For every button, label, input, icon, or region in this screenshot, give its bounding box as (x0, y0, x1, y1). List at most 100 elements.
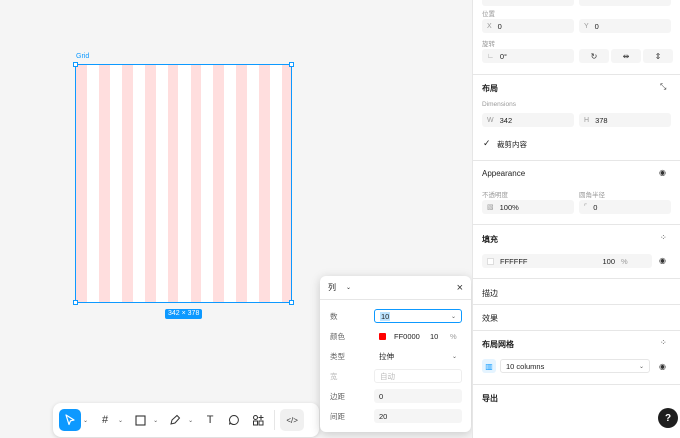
type-select[interactable]: 拉伸 ⌄ (374, 349, 462, 363)
grid-select[interactable]: 10 columns ⌄ (500, 359, 650, 373)
radius-input[interactable]: ⌜ 0 (579, 200, 671, 214)
eye-icon[interactable]: ◉ (659, 168, 666, 177)
toolbar-divider (274, 410, 276, 430)
rotate-icon[interactable]: ↻ (579, 49, 609, 63)
grid-column (213, 65, 225, 302)
clip-content-label[interactable]: 裁剪内容 (497, 139, 527, 150)
text-icon[interactable]: T (199, 409, 221, 431)
resize-handle-bottom-right[interactable] (289, 300, 294, 305)
rectangle-icon[interactable] (129, 409, 151, 431)
gutter-value: 20 (379, 411, 388, 421)
layout-grid-popup: 列 ⌄ × 数 10 ⌄ 颜色 FF0000 10 % 类型 拉伸 ⌄ 宽 自动 (320, 276, 471, 432)
eye-icon[interactable]: ◉ (659, 362, 666, 371)
grid-column (236, 65, 248, 302)
color-unit: % (450, 331, 457, 341)
x-value: 0 (497, 21, 502, 31)
color-input[interactable]: FF0000 10 % (374, 329, 462, 343)
radius-value: 0 (593, 202, 598, 212)
help-button[interactable]: ? (658, 408, 678, 428)
width-label: 宽 (330, 371, 338, 381)
y-value: 0 (594, 21, 599, 31)
pointer-icon[interactable] (59, 409, 81, 431)
styles-grid-icon[interactable]: ⁘ (660, 233, 667, 242)
grid-column (98, 65, 110, 302)
columns-grid-icon[interactable]: ▥ (482, 359, 496, 373)
grid-column (259, 65, 271, 302)
grid-column (121, 65, 133, 302)
divider (473, 278, 680, 279)
gutter-row: 间距 20 (330, 409, 462, 423)
width-input[interactable]: W 342 (482, 113, 574, 127)
y-input[interactable]: Y 0 (579, 19, 671, 33)
code-icon[interactable]: </> (280, 409, 305, 431)
position-label: 位置 (482, 11, 495, 18)
chevron-down-icon[interactable]: ⌄ (451, 313, 456, 320)
chevron-down-icon: ⌄ (346, 285, 352, 291)
resize-handle-top-right[interactable] (289, 62, 294, 67)
height-input[interactable]: H 378 (579, 113, 671, 127)
fill-unit: % (621, 256, 628, 266)
resize-handle-top-left[interactable] (73, 62, 78, 67)
count-value: 10 (380, 311, 391, 321)
appearance-title: Appearance (482, 169, 526, 178)
fill-title: 填充 (482, 235, 498, 244)
radius-label: 圆角半径 (579, 192, 605, 199)
color-opacity[interactable]: 10 (430, 332, 450, 341)
color-swatch[interactable] (379, 332, 386, 340)
width-row: 宽 自动 (330, 369, 462, 383)
components-icon[interactable] (247, 409, 269, 431)
layout-title: 布局 (482, 84, 498, 93)
x-input[interactable]: X 0 (482, 19, 574, 33)
rotation-label: 旋转 (482, 41, 495, 48)
layout-grid-title: 布局网格 (482, 340, 514, 349)
count-row: 数 10 ⌄ (330, 309, 462, 323)
effects-title: 效果 (482, 314, 498, 323)
chevron-down-icon[interactable]: ⌄ (153, 417, 158, 424)
resize-handle-bottom-left[interactable] (73, 300, 78, 305)
opacity-label: 不透明度 (482, 192, 508, 199)
close-icon[interactable]: × (457, 282, 463, 294)
chevron-down-icon: ⌄ (638, 363, 644, 370)
cut-off-field (579, 0, 671, 6)
flip-horizontal-icon[interactable]: ⇹ (611, 49, 641, 63)
fill-swatch[interactable] (487, 257, 494, 265)
color-row: 颜色 FF0000 10 % (330, 329, 462, 343)
export-title: 导出 (482, 394, 498, 403)
grid-value: 10 columns (506, 361, 545, 371)
gutter-input[interactable]: 20 (374, 409, 462, 423)
opacity-input[interactable]: ▧ 100% (482, 200, 574, 214)
type-row: 类型 拉伸 ⌄ (330, 349, 462, 363)
count-input[interactable]: 10 ⌄ (374, 309, 462, 323)
eye-icon[interactable]: ◉ (659, 256, 666, 265)
collapse-icon[interactable]: ⤡ (660, 82, 666, 92)
grid-frame[interactable] (75, 64, 292, 303)
check-icon[interactable]: ✓ (483, 138, 491, 149)
frame-icon[interactable]: # (94, 409, 116, 431)
angle-icon: ∟ (487, 52, 494, 60)
color-label: 颜色 (330, 331, 345, 341)
color-hex[interactable]: FF0000 (394, 332, 430, 341)
rotation-input[interactable]: ∟ 0° (482, 49, 574, 63)
w-prefix: W (487, 116, 494, 124)
flip-vertical-icon[interactable]: ⇕ (643, 49, 673, 63)
grid-type-value: 列 (328, 283, 336, 292)
fill-input[interactable]: FFFFFF 100 % (482, 254, 652, 268)
fill-hex[interactable]: FFFFFF (500, 257, 595, 266)
chevron-down-icon[interactable]: ⌄ (118, 417, 123, 424)
chevron-down-icon[interactable]: ⌄ (83, 417, 88, 424)
frame-label[interactable]: Grid (76, 53, 89, 60)
fill-opacity[interactable]: 100 (595, 257, 615, 266)
comment-icon[interactable] (223, 409, 245, 431)
margin-row: 边距 0 (330, 389, 462, 403)
chevron-down-icon[interactable]: ⌄ (188, 417, 193, 424)
width-placeholder: 自动 (380, 371, 395, 381)
styles-grid-icon[interactable]: ⁘ (660, 338, 667, 347)
popup-header: 列 ⌄ × (320, 276, 471, 300)
size-badge: 342 × 378 (165, 309, 203, 319)
gutter-label: 间距 (330, 411, 345, 421)
margin-input[interactable]: 0 (374, 389, 462, 403)
type-value: 拉伸 (379, 351, 394, 361)
pen-icon[interactable] (164, 409, 186, 431)
grid-type-select[interactable]: 列 ⌄ (328, 282, 351, 293)
divider (473, 304, 680, 305)
